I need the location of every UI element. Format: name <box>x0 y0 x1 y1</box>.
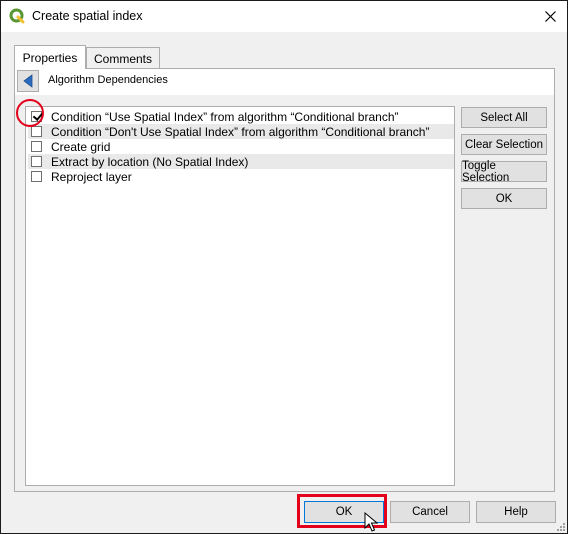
checkbox[interactable] <box>31 171 42 182</box>
back-button[interactable] <box>17 70 39 92</box>
checkbox-checked[interactable] <box>31 111 42 122</box>
tab-comments[interactable]: Comments <box>86 47 160 69</box>
select-all-button[interactable]: Select All <box>461 107 547 128</box>
resize-grip-icon[interactable] <box>555 521 565 531</box>
back-arrow-icon <box>23 74 33 88</box>
clear-selection-button[interactable]: Clear Selection <box>461 134 547 155</box>
item-label: Reproject layer <box>51 169 132 184</box>
panel-header: Algorithm Dependencies <box>15 69 554 95</box>
tab-properties[interactable]: Properties <box>14 45 86 69</box>
item-label: Create grid <box>51 139 111 154</box>
list-item[interactable]: Condition “Don't Use Spatial Index” from… <box>28 124 454 139</box>
checkbox[interactable] <box>31 141 42 152</box>
cancel-button[interactable]: Cancel <box>390 501 470 523</box>
help-button[interactable]: Help <box>476 501 556 523</box>
close-icon <box>544 11 556 22</box>
mouse-pointer-icon <box>364 512 378 532</box>
properties-panel: Algorithm Dependencies Condition “Use Sp… <box>14 68 555 492</box>
qgis-logo-icon <box>9 8 25 24</box>
item-label: Condition “Don't Use Spatial Index” from… <box>51 124 430 139</box>
list-ok-button[interactable]: OK <box>461 188 547 209</box>
window-title: Create spatial index <box>32 9 143 23</box>
list-item[interactable]: Condition “Use Spatial Index” from algor… <box>28 109 454 124</box>
item-label: Condition “Use Spatial Index” from algor… <box>51 109 399 124</box>
item-label: Extract by location (No Spatial Index) <box>51 154 249 169</box>
list-item[interactable]: Create grid <box>28 139 454 154</box>
tab-label: Properties <box>22 50 78 65</box>
list-item[interactable]: Reproject layer <box>28 169 454 184</box>
close-button[interactable] <box>533 1 567 32</box>
checkbox[interactable] <box>31 156 42 167</box>
toggle-selection-button[interactable]: Toggle Selection <box>461 160 547 184</box>
list-item[interactable]: Extract by location (No Spatial Index) <box>28 154 454 169</box>
panel-title: Algorithm Dependencies <box>48 74 168 86</box>
tab-label: Comments <box>93 51 152 66</box>
checkbox[interactable] <box>31 126 42 137</box>
title-bar: Create spatial index <box>1 1 567 32</box>
dependencies-list[interactable]: Condition “Use Spatial Index” from algor… <box>25 106 455 486</box>
dialog-window: Create spatial index Properties Comments… <box>0 0 568 534</box>
